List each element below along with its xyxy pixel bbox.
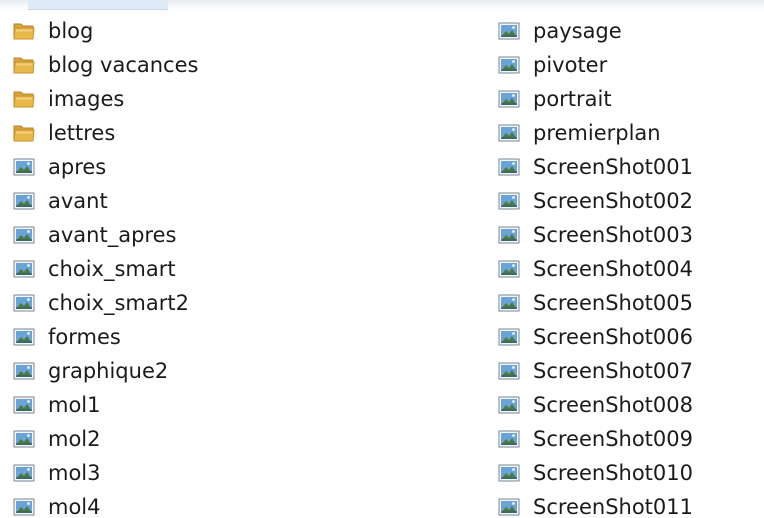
file-list-item[interactable]: blog: [12, 14, 332, 48]
folder-icon: [12, 82, 44, 116]
image-file-icon: [497, 388, 529, 422]
image-file-icon: [12, 184, 44, 218]
file-list-item[interactable]: premierplan: [497, 116, 764, 150]
file-list-window: blog blog vacances images lettres apres …: [0, 0, 764, 518]
image-file-icon: [497, 150, 529, 184]
file-name-label: premierplan: [533, 121, 661, 145]
file-name-label: ScreenShot007: [533, 359, 694, 383]
file-name-label: ScreenShot005: [533, 291, 694, 315]
file-list-item[interactable]: ScreenShot007: [497, 354, 764, 388]
image-file-icon: [497, 48, 529, 82]
file-list-item[interactable]: avant_apres: [12, 218, 332, 252]
image-file-icon: [12, 150, 44, 184]
image-file-icon: [497, 14, 529, 48]
file-name-label: mol4: [48, 495, 101, 518]
image-file-icon: [497, 82, 529, 116]
file-list-item[interactable]: pivoter: [497, 48, 764, 82]
file-name-label: blog vacances: [48, 53, 199, 77]
file-name-label: ScreenShot001: [533, 155, 694, 179]
image-file-icon: [497, 286, 529, 320]
file-list-item[interactable]: ScreenShot008: [497, 388, 764, 422]
file-list-item[interactable]: paysage: [497, 14, 764, 48]
image-file-icon: [12, 320, 44, 354]
file-name-label: ScreenShot011: [533, 495, 694, 518]
image-file-icon: [12, 456, 44, 490]
file-list-item[interactable]: avant: [12, 184, 332, 218]
file-name-label: choix_smart2: [48, 291, 189, 315]
file-name-label: ScreenShot010: [533, 461, 694, 485]
file-list-item[interactable]: ScreenShot002: [497, 184, 764, 218]
image-file-icon: [12, 252, 44, 286]
file-name-label: lettres: [48, 121, 116, 145]
file-name-label: mol3: [48, 461, 101, 485]
file-list-item[interactable]: ScreenShot010: [497, 456, 764, 490]
file-list-item[interactable]: mol1: [12, 388, 332, 422]
file-name-label: apres: [48, 155, 107, 179]
file-name-label: portrait: [533, 87, 612, 111]
file-name-label: blog: [48, 19, 94, 43]
file-name-label: avant_apres: [48, 223, 177, 247]
file-list-item[interactable]: mol4: [12, 490, 332, 518]
image-file-icon: [497, 354, 529, 388]
partially-visible-selected-item[interactable]: [28, 0, 168, 10]
folder-icon: [12, 116, 44, 150]
file-list-item[interactable]: graphique2: [12, 354, 332, 388]
image-file-icon: [497, 184, 529, 218]
file-list-item[interactable]: ScreenShot005: [497, 286, 764, 320]
file-list-item[interactable]: formes: [12, 320, 332, 354]
file-name-label: ScreenShot006: [533, 325, 694, 349]
image-file-icon: [497, 490, 529, 518]
file-list-item[interactable]: choix_smart2: [12, 286, 332, 320]
file-list-item[interactable]: ScreenShot004: [497, 252, 764, 286]
file-list-item[interactable]: ScreenShot009: [497, 422, 764, 456]
file-list-item[interactable]: lettres: [12, 116, 332, 150]
folder-icon: [12, 14, 44, 48]
file-list-item[interactable]: ScreenShot011: [497, 490, 764, 518]
file-list-item[interactable]: blog vacances: [12, 48, 332, 82]
file-name-label: ScreenShot002: [533, 189, 694, 213]
image-file-icon: [12, 490, 44, 518]
file-name-label: graphique2: [48, 359, 169, 383]
file-list-item[interactable]: mol2: [12, 422, 332, 456]
file-list-item[interactable]: ScreenShot001: [497, 150, 764, 184]
image-file-icon: [497, 320, 529, 354]
image-file-icon: [497, 116, 529, 150]
file-list-item[interactable]: apres: [12, 150, 332, 184]
file-list-column-right: paysage pivoter portrait premierplan Scr…: [497, 14, 764, 518]
file-name-label: pivoter: [533, 53, 608, 77]
file-name-label: mol1: [48, 393, 101, 417]
file-name-label: ScreenShot003: [533, 223, 694, 247]
image-file-icon: [12, 286, 44, 320]
folder-icon: [12, 48, 44, 82]
file-list-item[interactable]: choix_smart: [12, 252, 332, 286]
file-name-label: ScreenShot009: [533, 427, 694, 451]
image-file-icon: [497, 218, 529, 252]
file-name-label: formes: [48, 325, 121, 349]
file-list-item[interactable]: ScreenShot006: [497, 320, 764, 354]
file-name-label: paysage: [533, 19, 622, 43]
file-list-item[interactable]: images: [12, 82, 332, 116]
file-name-label: ScreenShot004: [533, 257, 694, 281]
image-file-icon: [497, 456, 529, 490]
file-name-label: ScreenShot008: [533, 393, 694, 417]
file-name-label: avant: [48, 189, 108, 213]
file-list-column-left: blog blog vacances images lettres apres …: [12, 14, 332, 518]
file-name-label: images: [48, 87, 125, 111]
image-file-icon: [497, 422, 529, 456]
file-name-label: choix_smart: [48, 257, 176, 281]
image-file-icon: [12, 218, 44, 252]
file-list-item[interactable]: portrait: [497, 82, 764, 116]
image-file-icon: [497, 252, 529, 286]
file-name-label: mol2: [48, 427, 101, 451]
file-list-item[interactable]: mol3: [12, 456, 332, 490]
image-file-icon: [12, 388, 44, 422]
image-file-icon: [12, 422, 44, 456]
image-file-icon: [12, 354, 44, 388]
file-list-item[interactable]: ScreenShot003: [497, 218, 764, 252]
